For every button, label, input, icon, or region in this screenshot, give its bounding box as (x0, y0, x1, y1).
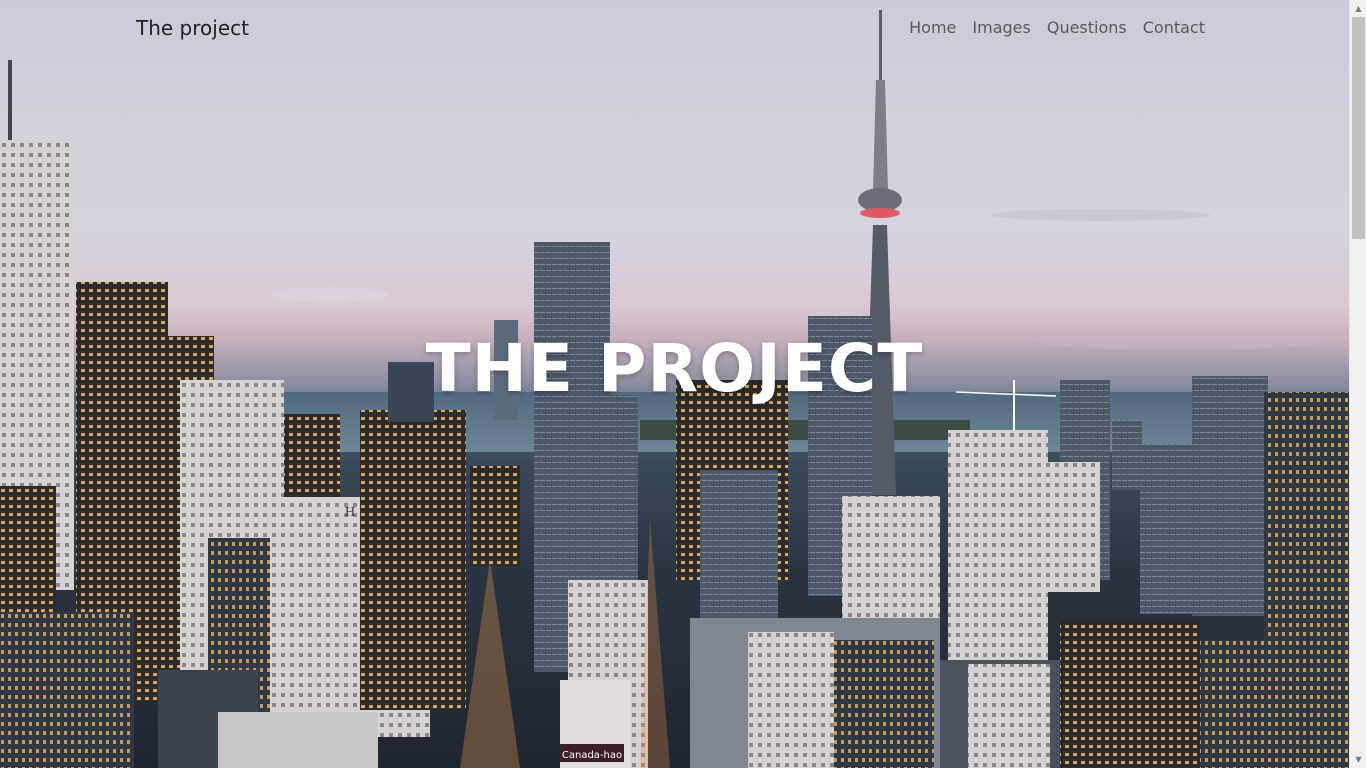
top-navbar: The project Home Images Questions Contac… (0, 0, 1349, 58)
scrollbar-thumb[interactable] (1352, 17, 1365, 239)
brand-logo-link[interactable]: The project (136, 16, 249, 40)
scroll-down-arrow-icon[interactable]: ▼ (1350, 751, 1366, 768)
hero-title: THE PROJECT (425, 330, 924, 407)
nav-link-contact[interactable]: Contact (1143, 18, 1205, 37)
canada-sign: Canada-hao (562, 750, 622, 761)
nav-links: Home Images Questions Contact (909, 18, 1205, 37)
building-letter: H (345, 505, 355, 519)
page-scrollbar[interactable]: ▲ ▼ (1349, 0, 1366, 768)
nav-link-home[interactable]: Home (909, 18, 956, 37)
page-viewport: H Canada-hao The project Home Images Que… (0, 0, 1349, 768)
nav-link-images[interactable]: Images (972, 18, 1030, 37)
scroll-up-arrow-icon[interactable]: ▲ (1350, 0, 1366, 17)
nav-link-questions[interactable]: Questions (1047, 18, 1127, 37)
